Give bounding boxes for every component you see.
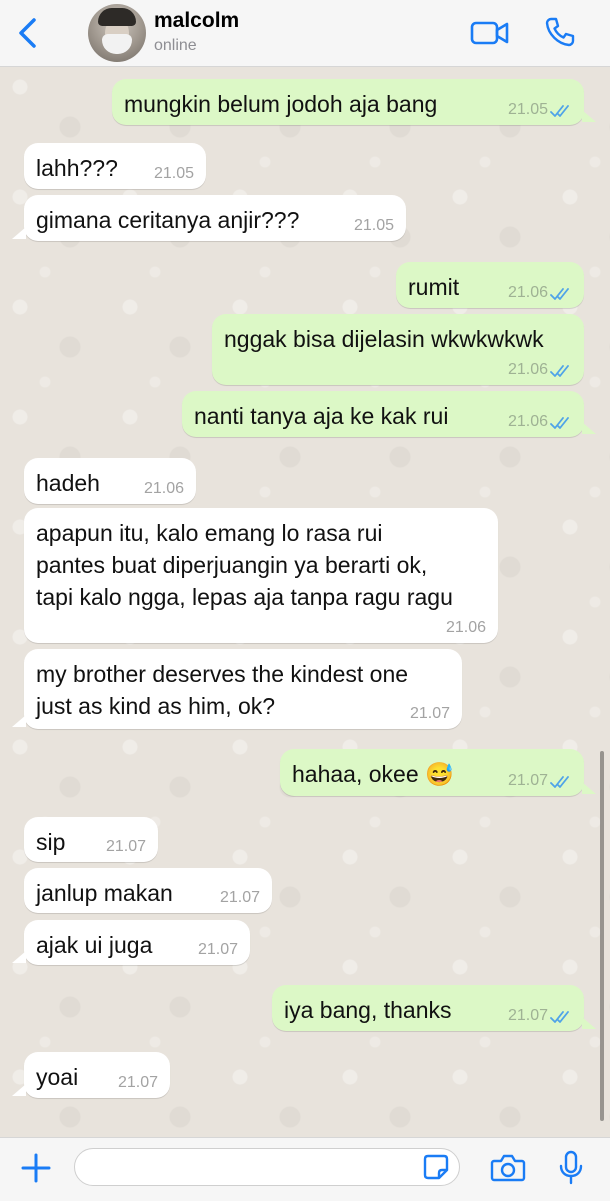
- message-time: 21.07: [507, 772, 548, 789]
- message-time: 21.05: [153, 165, 194, 182]
- sticker-button[interactable]: [422, 1153, 450, 1181]
- contact-status: online: [154, 37, 197, 54]
- message-bubble-incoming[interactable]: ajak ui juga 21.07: [24, 920, 250, 965]
- message-input[interactable]: [74, 1148, 460, 1186]
- microphone-button[interactable]: [558, 1150, 584, 1186]
- message-text: ajak ui juga: [36, 932, 153, 958]
- message-time: 21.06: [507, 413, 548, 430]
- chevron-left-icon: [19, 18, 36, 48]
- message-text: hadeh: [36, 470, 100, 496]
- back-button[interactable]: [14, 16, 44, 50]
- message-text: nanti tanya aja ke kak rui: [194, 403, 449, 429]
- message-bubble-outgoing[interactable]: mungkin belum jodoh aja bang 21.05: [112, 79, 584, 125]
- camera-icon: [490, 1154, 526, 1182]
- message-text: gimana ceritanya anjir???: [36, 207, 300, 233]
- message-text: mungkin belum jodoh aja bang: [124, 91, 438, 117]
- message-text: hahaa, okee 😅: [292, 761, 454, 787]
- message-time: 21.05: [507, 101, 548, 118]
- avatar[interactable]: [88, 4, 146, 62]
- message-time: 21.06: [143, 480, 184, 497]
- microphone-icon: [559, 1150, 583, 1185]
- message-time: 21.06: [445, 619, 486, 636]
- message-bubble-incoming[interactable]: janlup makan 21.07: [24, 868, 272, 913]
- read-ticks-icon: [550, 365, 569, 377]
- message-time: 21.05: [353, 217, 394, 234]
- message-bubble-outgoing[interactable]: iya bang, thanks 21.07: [272, 985, 584, 1031]
- read-ticks-icon: [550, 417, 569, 429]
- message-text: my brother deserves the kindest one just…: [36, 661, 409, 719]
- message-text: sip: [36, 829, 66, 855]
- attach-button[interactable]: [20, 1152, 52, 1184]
- message-time: 21.07: [197, 941, 238, 958]
- video-call-button[interactable]: [470, 18, 510, 48]
- message-time: 21.07: [409, 705, 450, 722]
- camera-button[interactable]: [490, 1152, 526, 1184]
- phone-icon: [545, 17, 575, 47]
- read-ticks-icon: [550, 1011, 569, 1023]
- message-text: apapun itu, kalo emang lo rasa rui pante…: [36, 520, 453, 610]
- contact-name[interactable]: malcolm: [154, 9, 239, 33]
- message-bubble-incoming[interactable]: lahh??? 21.05: [24, 143, 206, 189]
- message-text: rumit: [408, 274, 460, 300]
- chat-header: malcolm online: [0, 0, 610, 67]
- message-time: 21.07: [507, 1007, 548, 1024]
- message-text: iya bang, thanks: [284, 997, 452, 1023]
- sticker-icon: [423, 1154, 449, 1180]
- message-bubble-incoming[interactable]: hadeh 21.06: [24, 458, 196, 504]
- message-text: yoai: [36, 1064, 79, 1090]
- message-bubble-outgoing[interactable]: nggak bisa dijelasin wkwkwkwk 21.06: [212, 314, 584, 385]
- message-time: 21.07: [105, 838, 146, 855]
- message-time: 21.06: [507, 284, 548, 301]
- read-ticks-icon: [550, 105, 569, 117]
- voice-call-button[interactable]: [544, 16, 576, 48]
- read-ticks-icon: [550, 776, 569, 788]
- message-time: 21.06: [507, 361, 548, 378]
- message-bubble-incoming[interactable]: my brother deserves the kindest one just…: [24, 649, 462, 729]
- message-text: nggak bisa dijelasin wkwkwkwk: [224, 326, 544, 352]
- message-bubble-incoming[interactable]: gimana ceritanya anjir??? 21.05: [24, 195, 406, 241]
- message-text: lahh???: [36, 155, 118, 181]
- message-bubble-outgoing[interactable]: rumit 21.06: [396, 262, 584, 308]
- message-list[interactable]: mungkin belum jodoh aja bang 21.05 lahh?…: [0, 67, 610, 1137]
- message-bubble-incoming[interactable]: sip 21.07: [24, 817, 158, 862]
- message-bubble-outgoing[interactable]: hahaa, okee 😅 21.07: [280, 749, 584, 796]
- read-ticks-icon: [550, 288, 569, 300]
- plus-icon: [21, 1153, 51, 1183]
- message-time: 21.07: [117, 1074, 158, 1091]
- message-composer: [0, 1137, 610, 1201]
- scrollbar[interactable]: [600, 751, 604, 1121]
- video-camera-icon: [470, 21, 509, 45]
- message-text: janlup makan: [36, 880, 173, 906]
- message-bubble-incoming[interactable]: apapun itu, kalo emang lo rasa rui pante…: [24, 508, 498, 643]
- message-time: 21.07: [219, 889, 260, 906]
- message-bubble-outgoing[interactable]: nanti tanya aja ke kak rui 21.06: [182, 391, 584, 437]
- message-bubble-incoming[interactable]: yoai 21.07: [24, 1052, 170, 1098]
